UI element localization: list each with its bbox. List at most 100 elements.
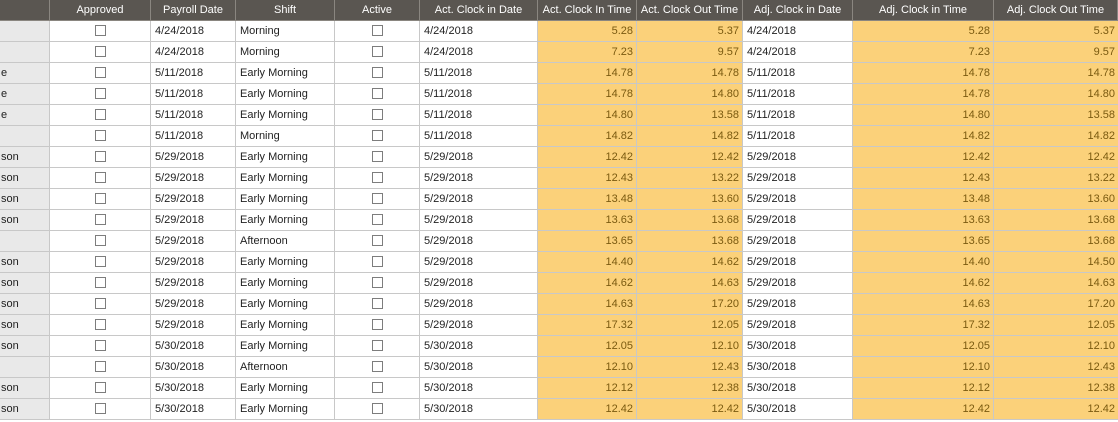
payroll-date-cell[interactable]: 5/29/2018 [151,273,236,294]
adj-clock-out-time-cell[interactable]: 14.80 [994,84,1118,105]
table-row[interactable]: son 5/29/2018 Early Morning 5/29/2018 13.63 1… [0,210,1118,231]
active-checkbox[interactable] [371,360,383,372]
row-name-cell[interactable] [0,231,50,252]
payroll-date-cell[interactable]: 5/30/2018 [151,336,236,357]
act-clock-out-time-cell[interactable]: 12.42 [637,147,743,168]
adj-clock-in-time-cell[interactable]: 14.78 [853,84,994,105]
column-header-active[interactable]: Active [335,0,420,21]
row-name-cell[interactable]: son [0,147,50,168]
adj-clock-out-time-cell[interactable]: 13.58 [994,105,1118,126]
approved-checkbox[interactable] [94,255,106,267]
approved-checkbox-cell[interactable] [50,168,151,189]
adj-clock-in-time-cell[interactable]: 5.28 [853,21,994,42]
active-checkbox[interactable] [371,255,383,267]
active-checkbox[interactable] [371,108,383,120]
approved-checkbox[interactable] [94,213,106,225]
adj-clock-in-date-cell[interactable]: 4/24/2018 [743,21,853,42]
row-name-cell[interactable]: son [0,210,50,231]
row-name-cell[interactable]: e [0,105,50,126]
adj-clock-out-time-cell[interactable]: 12.10 [994,336,1118,357]
column-header-approved[interactable]: Approved [50,0,151,21]
adj-clock-in-time-cell[interactable]: 13.63 [853,210,994,231]
active-checkbox-cell[interactable] [335,42,420,63]
row-name-cell[interactable]: e [0,63,50,84]
row-name-cell[interactable]: son [0,189,50,210]
approved-checkbox[interactable] [94,297,106,309]
payroll-date-cell[interactable]: 5/29/2018 [151,189,236,210]
adj-clock-in-time-cell[interactable]: 13.48 [853,189,994,210]
act-clock-in-time-cell[interactable]: 13.48 [538,189,637,210]
adj-clock-in-date-cell[interactable]: 5/11/2018 [743,126,853,147]
active-checkbox-cell[interactable] [335,294,420,315]
approved-checkbox[interactable] [94,129,106,141]
adj-clock-out-time-cell[interactable]: 14.78 [994,63,1118,84]
table-row[interactable]: son 5/29/2018 Early Morning 5/29/2018 17.32 1… [0,315,1118,336]
adj-clock-in-date-cell[interactable]: 5/29/2018 [743,210,853,231]
act-clock-in-time-cell[interactable]: 14.63 [538,294,637,315]
act-clock-in-time-cell[interactable]: 14.80 [538,105,637,126]
active-checkbox-cell[interactable] [335,105,420,126]
active-checkbox[interactable] [371,150,383,162]
adj-clock-in-date-cell[interactable]: 5/30/2018 [743,336,853,357]
adj-clock-in-time-cell[interactable]: 17.32 [853,315,994,336]
adj-clock-in-date-cell[interactable]: 4/24/2018 [743,42,853,63]
row-name-cell[interactable] [0,357,50,378]
payroll-date-cell[interactable]: 4/24/2018 [151,42,236,63]
act-clock-in-time-cell[interactable]: 12.10 [538,357,637,378]
adj-clock-in-time-cell[interactable]: 12.05 [853,336,994,357]
act-clock-in-date-cell[interactable]: 5/29/2018 [420,231,538,252]
row-name-cell[interactable] [0,42,50,63]
adj-clock-in-time-cell[interactable]: 14.40 [853,252,994,273]
column-header-shift[interactable]: Shift [236,0,335,21]
approved-checkbox-cell[interactable] [50,84,151,105]
row-name-cell[interactable]: son [0,336,50,357]
active-checkbox-cell[interactable] [335,357,420,378]
adj-clock-out-time-cell[interactable]: 12.05 [994,315,1118,336]
adj-clock-out-time-cell[interactable]: 12.38 [994,378,1118,399]
active-checkbox-cell[interactable] [335,21,420,42]
act-clock-out-time-cell[interactable]: 14.63 [637,273,743,294]
adj-clock-in-date-cell[interactable]: 5/29/2018 [743,315,853,336]
act-clock-in-date-cell[interactable]: 5/30/2018 [420,336,538,357]
active-checkbox[interactable] [371,234,383,246]
act-clock-in-date-cell[interactable]: 5/29/2018 [420,294,538,315]
payroll-date-cell[interactable]: 5/11/2018 [151,63,236,84]
adj-clock-out-time-cell[interactable]: 13.60 [994,189,1118,210]
approved-checkbox-cell[interactable] [50,273,151,294]
adj-clock-in-time-cell[interactable]: 12.42 [853,399,994,420]
active-checkbox[interactable] [371,45,383,57]
table-row[interactable]: 5/30/2018 Afternoon 5/30/2018 12.10 12.43 5/3… [0,357,1118,378]
act-clock-out-time-cell[interactable]: 14.80 [637,84,743,105]
act-clock-in-time-cell[interactable]: 12.42 [538,147,637,168]
approved-checkbox-cell[interactable] [50,42,151,63]
table-row[interactable]: e 5/11/2018 Early Morning 5/11/2018 14.78 14.… [0,84,1118,105]
table-row[interactable]: son 5/29/2018 Early Morning 5/29/2018 14.62 1… [0,273,1118,294]
payroll-date-cell[interactable]: 5/29/2018 [151,231,236,252]
act-clock-in-date-cell[interactable]: 5/11/2018 [420,84,538,105]
row-name-cell[interactable]: son [0,168,50,189]
row-name-cell[interactable]: son [0,252,50,273]
shift-cell[interactable]: Early Morning [236,63,335,84]
approved-checkbox-cell[interactable] [50,105,151,126]
adj-clock-out-time-cell[interactable]: 13.68 [994,210,1118,231]
active-checkbox-cell[interactable] [335,378,420,399]
approved-checkbox-cell[interactable] [50,189,151,210]
act-clock-in-time-cell[interactable]: 14.82 [538,126,637,147]
adj-clock-in-time-cell[interactable]: 14.63 [853,294,994,315]
act-clock-out-time-cell[interactable]: 9.57 [637,42,743,63]
payroll-date-cell[interactable]: 5/11/2018 [151,84,236,105]
payroll-date-cell[interactable]: 5/30/2018 [151,399,236,420]
active-checkbox-cell[interactable] [335,84,420,105]
shift-cell[interactable]: Early Morning [236,105,335,126]
adj-clock-out-time-cell[interactable]: 13.68 [994,231,1118,252]
adj-clock-in-date-cell[interactable]: 5/29/2018 [743,252,853,273]
active-checkbox-cell[interactable] [335,231,420,252]
shift-cell[interactable]: Early Morning [236,315,335,336]
table-row[interactable]: son 5/29/2018 Early Morning 5/29/2018 12.43 1… [0,168,1118,189]
approved-checkbox[interactable] [94,24,106,36]
act-clock-out-time-cell[interactable]: 13.68 [637,231,743,252]
column-header-adj-clock-in-time[interactable]: Adj. Clock in Time [853,0,994,21]
adj-clock-in-time-cell[interactable]: 12.42 [853,147,994,168]
act-clock-in-time-cell[interactable]: 12.12 [538,378,637,399]
adj-clock-in-time-cell[interactable]: 13.65 [853,231,994,252]
